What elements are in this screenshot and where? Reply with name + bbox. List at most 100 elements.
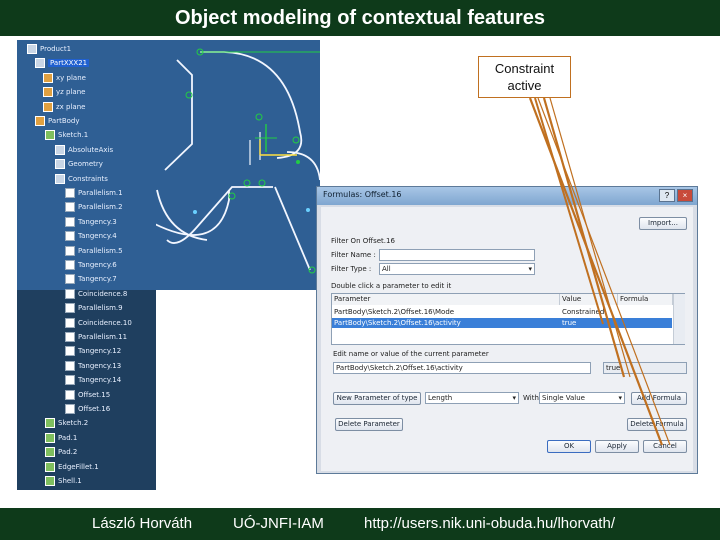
edit-value-input[interactable]: true — [603, 362, 687, 374]
tree-item[interactable]: Offset.16 — [65, 402, 110, 416]
tree-item[interactable]: Tangency.4 — [65, 229, 117, 243]
filter-type-select[interactable]: All ▾ — [379, 263, 535, 275]
tree-item[interactable]: Parallelism.9 — [65, 301, 123, 315]
tree-item[interactable]: Parallelism.11 — [65, 330, 127, 344]
tree-item-label: Product1 — [40, 45, 72, 53]
tree-item-label: Parallelism.5 — [78, 246, 123, 255]
sketch-icon — [45, 418, 55, 429]
tree-item[interactable]: yz plane — [43, 85, 85, 99]
tree-item[interactable]: Tangency.7 — [65, 272, 117, 286]
constraint-icon — [65, 375, 75, 386]
tree-item[interactable]: Parallelism.5 — [65, 244, 123, 258]
plane-icon — [43, 101, 53, 112]
with-select[interactable]: Single Value ▾ — [539, 392, 625, 404]
delete-formula-button[interactable]: Delete Formula — [627, 418, 687, 431]
parameter-type-select[interactable]: Length ▾ — [425, 392, 519, 404]
tree-item-label: Parallelism.1 — [78, 189, 123, 197]
tree-item[interactable]: Parallelism.1 — [65, 186, 123, 200]
constraint-icon — [65, 404, 75, 414]
pad-icon — [45, 432, 55, 443]
tree-item-label: Parallelism.2 — [78, 203, 123, 212]
tree-item-label: PartXXX21 — [48, 59, 90, 68]
specification-tree[interactable]: Product1 PartXXX21 xy plane yz plane zx plan… — [17, 40, 156, 490]
constraints-icon — [55, 173, 65, 184]
footer-url[interactable]: http://users.nik.uni-obuda.hu/lhorvath/ — [364, 515, 615, 532]
add-formula-button[interactable]: Add Formula — [631, 392, 687, 405]
constraint-icon — [65, 360, 75, 371]
formulas-dialog[interactable]: Formulas: Offset.16 ? × Import... Filter… — [316, 186, 698, 474]
fillet-icon — [45, 461, 55, 472]
shell-icon — [45, 476, 55, 486]
slide-title: Object modeling of contextual features — [0, 0, 720, 36]
product-icon — [27, 44, 37, 54]
close-icon[interactable]: × — [677, 189, 693, 202]
delete-parameter-button[interactable]: Delete Parameter — [335, 418, 403, 431]
chevron-down-icon: ▾ — [528, 265, 532, 273]
part-icon — [35, 58, 45, 69]
cancel-button[interactable]: Cancel — [643, 440, 687, 453]
edit-name-input[interactable]: PartBody\Sketch.2\Offset.16\activity — [333, 362, 591, 374]
table-row[interactable]: PartBody\Sketch.2\Offset.16\activity tru… — [332, 318, 672, 328]
footer-author: László Horváth — [92, 515, 193, 532]
ok-button[interactable]: OK — [547, 440, 591, 453]
tree-item-label: Constraints — [68, 174, 108, 183]
tree-item[interactable]: Constraints — [55, 172, 108, 186]
tree-item[interactable]: Product1 — [27, 42, 71, 56]
chevron-down-icon: ▾ — [512, 394, 516, 402]
slide-footer: László Horváth UÓ-JNFI-IAM http://users.… — [0, 508, 720, 540]
tree-item[interactable]: xy plane — [43, 71, 86, 85]
tree-item[interactable]: Tangency.12 — [65, 344, 121, 358]
tree-item[interactable]: EdgeFillet.1 — [45, 460, 99, 474]
tree-item[interactable]: Geometry — [55, 157, 103, 171]
tree-item[interactable]: Tangency.14 — [65, 373, 121, 387]
column-value[interactable]: Value — [560, 294, 618, 305]
constraint-icon — [65, 332, 75, 342]
new-parameter-button[interactable]: New Parameter of type — [333, 392, 421, 405]
tree-item[interactable]: Pad.1 — [45, 431, 77, 445]
tree-item[interactable]: Coincidence.10 — [65, 316, 132, 330]
tree-item[interactable]: Shell.1 — [45, 474, 82, 488]
tree-item[interactable]: Sketch.2 — [45, 416, 88, 430]
constraint-icon — [65, 389, 75, 400]
tree-item[interactable]: AbsoluteAxis — [55, 143, 113, 157]
tree-item[interactable]: Parallelism.2 — [65, 200, 123, 214]
filter-type-label: Filter Type : — [331, 265, 372, 273]
pad-icon — [45, 447, 55, 458]
parameter-table[interactable]: Parameter Value Formula PartBody\Sketch.… — [331, 293, 685, 345]
tree-item[interactable]: Coincidence.8 — [65, 287, 127, 301]
import-button[interactable]: Import... — [639, 217, 687, 230]
column-formula[interactable]: Formula — [618, 294, 673, 305]
tree-item[interactable]: Pad.2 — [45, 445, 77, 459]
tree-item-label: Tangency.7 — [78, 275, 117, 284]
tree-item-label: Tangency.4 — [78, 232, 117, 241]
tree-item[interactable]: Offset.15 — [65, 388, 110, 402]
tree-item-label: Sketch.2 — [58, 419, 89, 428]
constraint-icon — [65, 260, 75, 270]
filter-name-input[interactable] — [379, 249, 535, 261]
tree-item[interactable]: Sketch.1 — [45, 128, 88, 142]
axis-icon — [55, 144, 65, 155]
tree-item[interactable]: Tangency.6 — [65, 258, 117, 272]
tree-item-label: Pad.1 — [58, 433, 78, 442]
tree-item[interactable]: Tangency.3 — [65, 215, 117, 229]
tree-item-label: Tangency.12 — [78, 347, 122, 356]
tree-item-label: Geometry — [68, 160, 103, 169]
tree-item-label: Coincidence.8 — [78, 289, 128, 298]
tree-item[interactable]: PartXXX21 — [35, 56, 90, 70]
help-button[interactable]: ? — [659, 189, 675, 202]
double-click-hint: Double click a parameter to edit it — [331, 282, 452, 290]
constraint-icon — [65, 216, 75, 227]
edit-parameter-label: Edit name or value of the current parame… — [333, 350, 489, 358]
column-parameter[interactable]: Parameter — [332, 294, 560, 305]
tree-item[interactable]: Tangency.13 — [65, 359, 121, 373]
constraint-icon — [65, 288, 75, 299]
tree-item-label: Shell.1 — [58, 477, 82, 485]
tree-item-label: EdgeFillet.1 — [58, 462, 99, 471]
table-scrollbar[interactable] — [673, 294, 685, 344]
tree-item[interactable]: PartBody — [35, 114, 80, 128]
tree-item[interactable]: zx plane — [43, 100, 85, 114]
constraint-icon — [65, 202, 75, 213]
tree-item-label: yz plane — [56, 88, 86, 97]
table-row[interactable]: PartBody\Sketch.2\Offset.16\Mode Constra… — [332, 307, 672, 317]
apply-button[interactable]: Apply — [595, 440, 639, 453]
